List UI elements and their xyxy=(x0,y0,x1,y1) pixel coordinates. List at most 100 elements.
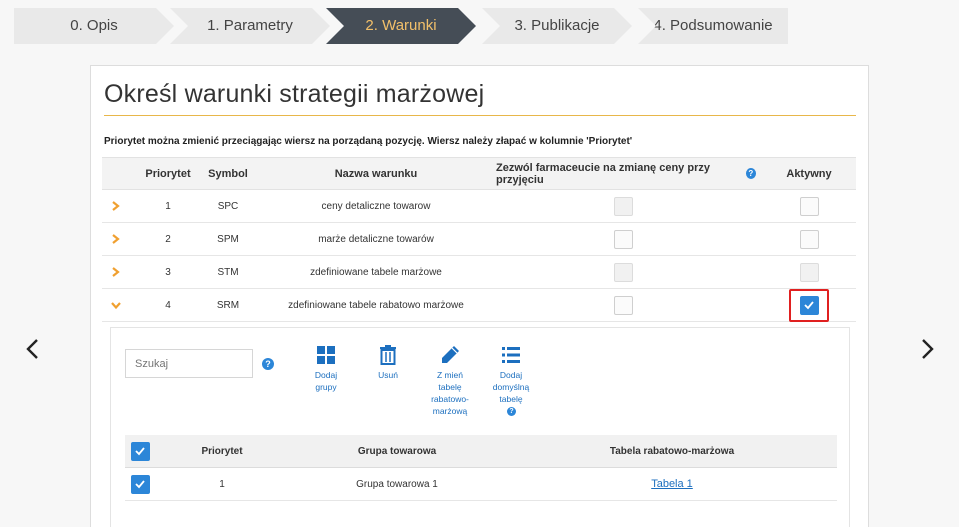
next-arrow-button[interactable] xyxy=(912,334,942,364)
wizard-steps: 0. Opis 1. Parametry 2. Warunki 3. Publi… xyxy=(14,8,788,44)
checkbox[interactable] xyxy=(799,262,819,282)
chevron-right-icon xyxy=(112,201,120,211)
expand-toggle[interactable] xyxy=(106,223,126,255)
checkmark-icon xyxy=(135,480,145,489)
table-row[interactable]: 1 Grupa towarowa 1 Tabela 1 xyxy=(125,468,837,501)
groups-table-header: Priorytet Grupa towarowa Tabela rabatowo… xyxy=(125,435,837,468)
table-link[interactable]: Tabela 1 xyxy=(651,478,693,490)
checkbox-checked[interactable] xyxy=(130,474,150,494)
conditions-table: Priorytet Symbol Nazwa warunku Zezwól fa… xyxy=(102,157,856,322)
expand-toggle[interactable] xyxy=(106,190,126,222)
header-priority: Priorytet xyxy=(201,445,243,457)
help-icon[interactable]: ? xyxy=(745,168,756,179)
cell-priority[interactable]: 4 xyxy=(136,289,200,321)
header-active: Aktywny xyxy=(786,167,832,180)
cell-symbol: SPC xyxy=(217,200,239,212)
title-divider xyxy=(104,115,856,116)
cell-table: Tabela 1 xyxy=(517,468,827,500)
add-default-text: Dodaj domyślną tabelę xyxy=(492,370,530,404)
cell-symbol: SRM xyxy=(216,299,240,311)
cell-name: marże detaliczne towarów xyxy=(318,233,434,245)
groups-table: Priorytet Grupa towarowa Tabela rabatowo… xyxy=(125,435,837,501)
delete-label: Usuń xyxy=(378,370,398,380)
cell-name: ceny detaliczne towarow xyxy=(321,200,431,212)
cell-symbol: STM xyxy=(217,266,239,278)
cell-priority: 1 xyxy=(219,478,225,490)
step-warunki[interactable]: 2. Warunki xyxy=(326,8,476,44)
table-row[interactable]: 3 STM zdefiniowane tabele marżowe xyxy=(102,256,856,289)
grid-icon xyxy=(317,346,335,364)
chevron-left-icon xyxy=(26,339,38,359)
checkbox[interactable] xyxy=(799,196,819,216)
page-title: Określ warunki strategii marżowej xyxy=(104,80,485,108)
checkbox[interactable] xyxy=(613,262,633,282)
table-row[interactable]: 2 SPM marże detaliczne towarów xyxy=(102,223,856,256)
cell-symbol: SPM xyxy=(217,233,239,245)
change-table-button[interactable]: Z mień tabelę rabatowo- marżową xyxy=(422,345,478,417)
list-icon xyxy=(502,347,520,363)
row-checkbox[interactable] xyxy=(125,468,155,500)
checkbox-checked[interactable] xyxy=(130,441,150,461)
step-label: 2. Warunki xyxy=(365,17,437,34)
header-allow-label: Zezwól farmaceucie na zmianę ceny przy p… xyxy=(496,161,710,186)
cell-group: Grupa towarowa 1 xyxy=(356,478,438,490)
allow-checkbox[interactable] xyxy=(608,223,638,255)
header-allow: Zezwól farmaceucie na zmianę ceny przy p… xyxy=(496,158,756,189)
checkbox[interactable] xyxy=(613,229,633,249)
step-label: 4. Podsumowanie xyxy=(653,17,773,34)
checkbox[interactable] xyxy=(613,295,633,315)
add-default-label: Dodaj domyślną tabelę? xyxy=(483,369,539,417)
cell-name: zdefiniowane tabele marżowe xyxy=(310,266,442,278)
conditions-panel: Określ warunki strategii marżowej Priory… xyxy=(90,65,869,527)
add-groups-label: Dodaj grupy xyxy=(314,370,338,392)
step-opis[interactable]: 0. Opis xyxy=(14,8,174,44)
step-publikacje[interactable]: 3. Publikacje xyxy=(482,8,632,44)
expand-toggle[interactable] xyxy=(106,256,126,288)
checkbox[interactable] xyxy=(613,196,633,216)
add-default-table-button[interactable]: Dodaj domyślną tabelę? xyxy=(483,345,539,417)
help-icon[interactable]: ? xyxy=(507,407,516,417)
active-checkbox[interactable] xyxy=(794,223,824,255)
step-podsumowanie[interactable]: 4. Podsumowanie xyxy=(638,8,788,44)
change-table-label: Z mień tabelę rabatowo- marżową xyxy=(431,370,469,416)
prev-arrow-button[interactable] xyxy=(18,334,48,364)
collapse-toggle[interactable] xyxy=(106,289,126,321)
cell-priority[interactable]: 2 xyxy=(136,223,200,255)
checkmark-icon xyxy=(135,447,145,456)
priority-hint: Priorytet można zmienić przeciągając wie… xyxy=(104,136,633,147)
checkbox[interactable] xyxy=(799,229,819,249)
cell-priority[interactable]: 3 xyxy=(136,256,200,288)
allow-checkbox[interactable] xyxy=(608,289,638,321)
help-icon[interactable]: ? xyxy=(262,358,274,370)
step-parametry[interactable]: 1. Parametry xyxy=(170,8,330,44)
select-all-checkbox[interactable] xyxy=(125,435,155,467)
highlight-outline xyxy=(789,289,829,322)
pencil-icon xyxy=(442,346,459,363)
header-symbol: Symbol xyxy=(208,167,248,180)
active-checkbox[interactable] xyxy=(794,190,824,222)
chevron-right-icon xyxy=(112,234,120,244)
step-label: 0. Opis xyxy=(70,17,118,34)
table-row[interactable]: 4 SRM zdefiniowane tabele rabatowo marżo… xyxy=(102,289,856,322)
table-groups-subpanel: ? Dodaj grupy Usuń Z mień tabelę rabatow… xyxy=(110,327,850,527)
header-group: Grupa towarowa xyxy=(357,445,437,457)
chevron-right-icon xyxy=(112,267,120,277)
step-label: 3. Publikacje xyxy=(514,17,600,34)
add-groups-button[interactable]: Dodaj grupy xyxy=(298,345,354,393)
delete-button[interactable]: Usuń xyxy=(360,345,416,381)
chevron-down-icon xyxy=(111,302,121,310)
conditions-table-header: Priorytet Symbol Nazwa warunku Zezwól fa… xyxy=(102,157,856,190)
trash-icon xyxy=(380,345,396,365)
active-checkbox[interactable] xyxy=(794,256,824,288)
cell-priority[interactable]: 1 xyxy=(136,190,200,222)
header-priority: Priorytet xyxy=(145,167,191,180)
step-label: 1. Parametry xyxy=(207,17,293,34)
allow-checkbox[interactable] xyxy=(608,190,638,222)
header-name: Nazwa warunku xyxy=(334,167,418,180)
allow-checkbox[interactable] xyxy=(608,256,638,288)
search-input[interactable] xyxy=(125,349,253,378)
header-table: Tabela rabatowo-marżowa xyxy=(609,445,735,457)
chevron-right-icon xyxy=(922,339,934,359)
cell-name: zdefiniowane tabele rabatowo marżowe xyxy=(288,299,464,311)
table-row[interactable]: 1 SPC ceny detaliczne towarow xyxy=(102,190,856,223)
